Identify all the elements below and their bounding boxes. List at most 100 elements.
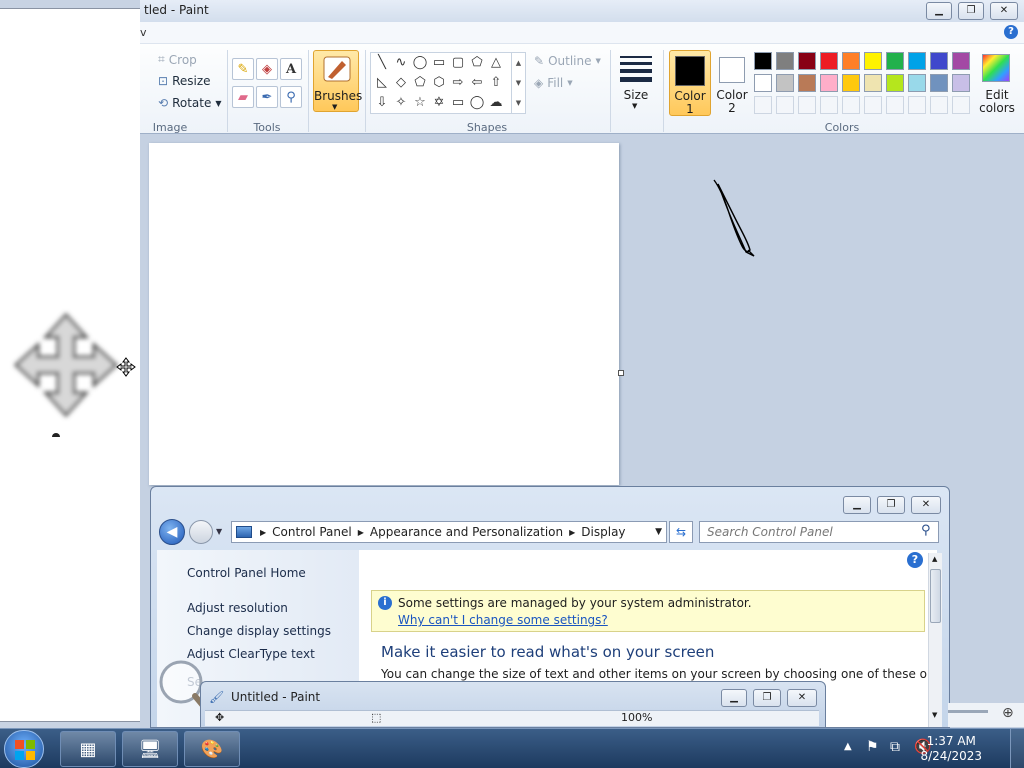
hexagon-shape-icon[interactable]: ⬡ <box>430 75 448 90</box>
rectangle-shape-icon[interactable]: ▭ <box>430 55 448 70</box>
color2-button[interactable]: Color 2 <box>714 50 750 116</box>
palette-swatch[interactable] <box>820 74 838 92</box>
address-dropdown-icon[interactable]: ▼ <box>655 527 662 537</box>
palette-swatch[interactable] <box>886 74 904 92</box>
help-icon[interactable]: ? <box>1004 25 1018 39</box>
fill-tool[interactable]: ◈ <box>256 58 278 80</box>
outline-button[interactable]: ✎ Outline ▼ <box>534 54 601 68</box>
custom-color-slot[interactable] <box>952 96 970 114</box>
nav-change-display-settings[interactable]: Change display settings <box>187 624 331 638</box>
nav-adjust-resolution[interactable]: Adjust resolution <box>187 601 288 615</box>
palette-swatch[interactable] <box>930 52 948 70</box>
show-desktop-button[interactable] <box>1010 729 1024 768</box>
star6-shape-icon[interactable]: ✡ <box>430 95 448 110</box>
crop-button[interactable]: ⌗ Crop <box>158 52 197 67</box>
line-shape-icon[interactable]: ╲ <box>373 55 391 70</box>
star4-shape-icon[interactable]: ✧ <box>392 95 410 110</box>
taskbar-control-panel-button[interactable]: ▦ <box>60 731 116 767</box>
rounded-rectangle-shape-icon[interactable]: ▢ <box>449 55 467 70</box>
scroll-up-icon[interactable]: ▲ <box>932 555 937 563</box>
palette-swatch[interactable] <box>908 74 926 92</box>
restore-button[interactable]: ❐ <box>958 2 984 20</box>
small-paint-restore-button[interactable]: ❐ <box>753 689 781 707</box>
breadcrumb-display[interactable]: Display <box>581 525 625 539</box>
oval-shape-icon[interactable]: ◯ <box>411 55 429 70</box>
show-hidden-icons-chevron-icon[interactable]: ▲ <box>844 741 852 752</box>
custom-color-slot[interactable] <box>886 96 904 114</box>
custom-color-slot[interactable] <box>820 96 838 114</box>
paint-title-bar[interactable]: tled - Paint ▁ ❐ ✕ <box>140 0 1024 22</box>
palette-swatch[interactable] <box>798 52 816 70</box>
breadcrumb-appearance[interactable]: Appearance and Personalization <box>370 525 563 539</box>
shapes-gallery[interactable]: ╲ ∿ ◯ ▭ ▢ ⬠ △ ◺ ◇ ⬠ ⬡ ⇨ ⇦ ⇧ ⇩ ✧ ☆ ✡ ▭ ◯ … <box>370 52 526 114</box>
right-triangle-shape-icon[interactable]: ◺ <box>373 75 391 90</box>
custom-color-slot[interactable] <box>754 96 772 114</box>
eraser-tool[interactable]: ▰ <box>232 86 254 108</box>
zoom-in-icon[interactable]: ⊕ <box>1002 705 1014 721</box>
arrow-left-shape-icon[interactable]: ⇦ <box>468 75 486 90</box>
clock[interactable]: 1:37 AM 8/24/2023 <box>920 734 982 764</box>
palette-swatch[interactable] <box>820 52 838 70</box>
menu-fragment[interactable]: v <box>140 26 147 39</box>
arrow-up-shape-icon[interactable]: ⇧ <box>487 75 505 90</box>
triangle-shape-icon[interactable]: △ <box>487 55 505 70</box>
scroll-down-icon[interactable]: ▼ <box>932 711 937 719</box>
zoom-slider[interactable] <box>948 710 988 713</box>
palette-swatch[interactable] <box>864 52 882 70</box>
palette-swatch[interactable] <box>908 52 926 70</box>
palette-swatch[interactable] <box>842 74 860 92</box>
resize-button[interactable]: ⊡ Resize <box>158 74 211 88</box>
recent-pages-chevron-icon[interactable]: ▼ <box>216 527 222 536</box>
star5-shape-icon[interactable]: ☆ <box>411 95 429 110</box>
palette-swatch[interactable] <box>930 74 948 92</box>
back-button[interactable]: ◀ <box>159 519 185 545</box>
color-picker-tool[interactable]: ✒ <box>256 86 278 108</box>
palette-swatch[interactable] <box>776 52 794 70</box>
forward-button[interactable] <box>189 520 213 544</box>
custom-color-slot[interactable] <box>908 96 926 114</box>
palette-swatch[interactable] <box>754 74 772 92</box>
pencil-tool[interactable]: ✎ <box>232 58 254 80</box>
close-button[interactable]: ✕ <box>990 2 1018 20</box>
taskbar-computer-button[interactable]: 🖥 <box>122 731 178 767</box>
palette-swatch[interactable] <box>864 74 882 92</box>
palette-swatch[interactable] <box>952 74 970 92</box>
color1-button[interactable]: Color 1 <box>669 50 711 116</box>
custom-color-slot[interactable] <box>776 96 794 114</box>
shapes-scroll[interactable]: ▲ ▼ ▼ <box>511 53 525 113</box>
custom-color-slot[interactable] <box>798 96 816 114</box>
refresh-button[interactable]: ⇆ <box>669 521 693 543</box>
small-paint-close-button[interactable]: ✕ <box>787 689 817 707</box>
custom-color-slot[interactable] <box>930 96 948 114</box>
small-paint-minimize-button[interactable]: ▁ <box>721 689 747 707</box>
rotate-button[interactable]: ⟲ Rotate ▼ <box>158 96 222 110</box>
breadcrumb-control-panel[interactable]: Control Panel <box>272 525 352 539</box>
palette-swatch[interactable] <box>842 52 860 70</box>
arrow-right-shape-icon[interactable]: ⇨ <box>449 75 467 90</box>
callout-oval-shape-icon[interactable]: ◯ <box>468 95 486 110</box>
arrow-down-shape-icon[interactable]: ⇩ <box>373 95 391 110</box>
fill-button[interactable]: ◈ Fill ▼ <box>534 76 573 90</box>
magnifier-tool[interactable]: ⚲ <box>280 86 302 108</box>
edit-colors-button[interactable]: Edit colors <box>974 50 1020 116</box>
cp-minimize-button[interactable]: ▁ <box>843 496 871 514</box>
palette-swatch[interactable] <box>754 52 772 70</box>
drawing-canvas[interactable] <box>149 143 619 485</box>
palette-swatch[interactable] <box>886 52 904 70</box>
canvas-resize-handle[interactable] <box>618 370 624 376</box>
address-bar[interactable]: ▶ Control Panel ▶ Appearance and Persona… <box>231 521 667 543</box>
cp-restore-button[interactable]: ❐ <box>877 496 905 514</box>
curve-shape-icon[interactable]: ∿ <box>392 55 410 70</box>
taskbar-paint-button[interactable]: 🎨 <box>184 731 240 767</box>
cp-close-button[interactable]: ✕ <box>911 496 941 514</box>
palette-swatch[interactable] <box>952 52 970 70</box>
scroll-thumb[interactable] <box>930 569 941 623</box>
custom-color-slot[interactable] <box>842 96 860 114</box>
why-settings-link[interactable]: Why can't I change some settings? <box>398 613 608 627</box>
diamond-shape-icon[interactable]: ◇ <box>392 75 410 90</box>
pentagon-shape-icon[interactable]: ⬠ <box>411 75 429 90</box>
callout-cloud-shape-icon[interactable]: ☁ <box>487 95 505 110</box>
search-input[interactable]: Search Control Panel <box>699 521 939 543</box>
cp-scrollbar[interactable]: ▲ ▼ <box>928 553 942 727</box>
callout-rect-shape-icon[interactable]: ▭ <box>449 95 467 110</box>
